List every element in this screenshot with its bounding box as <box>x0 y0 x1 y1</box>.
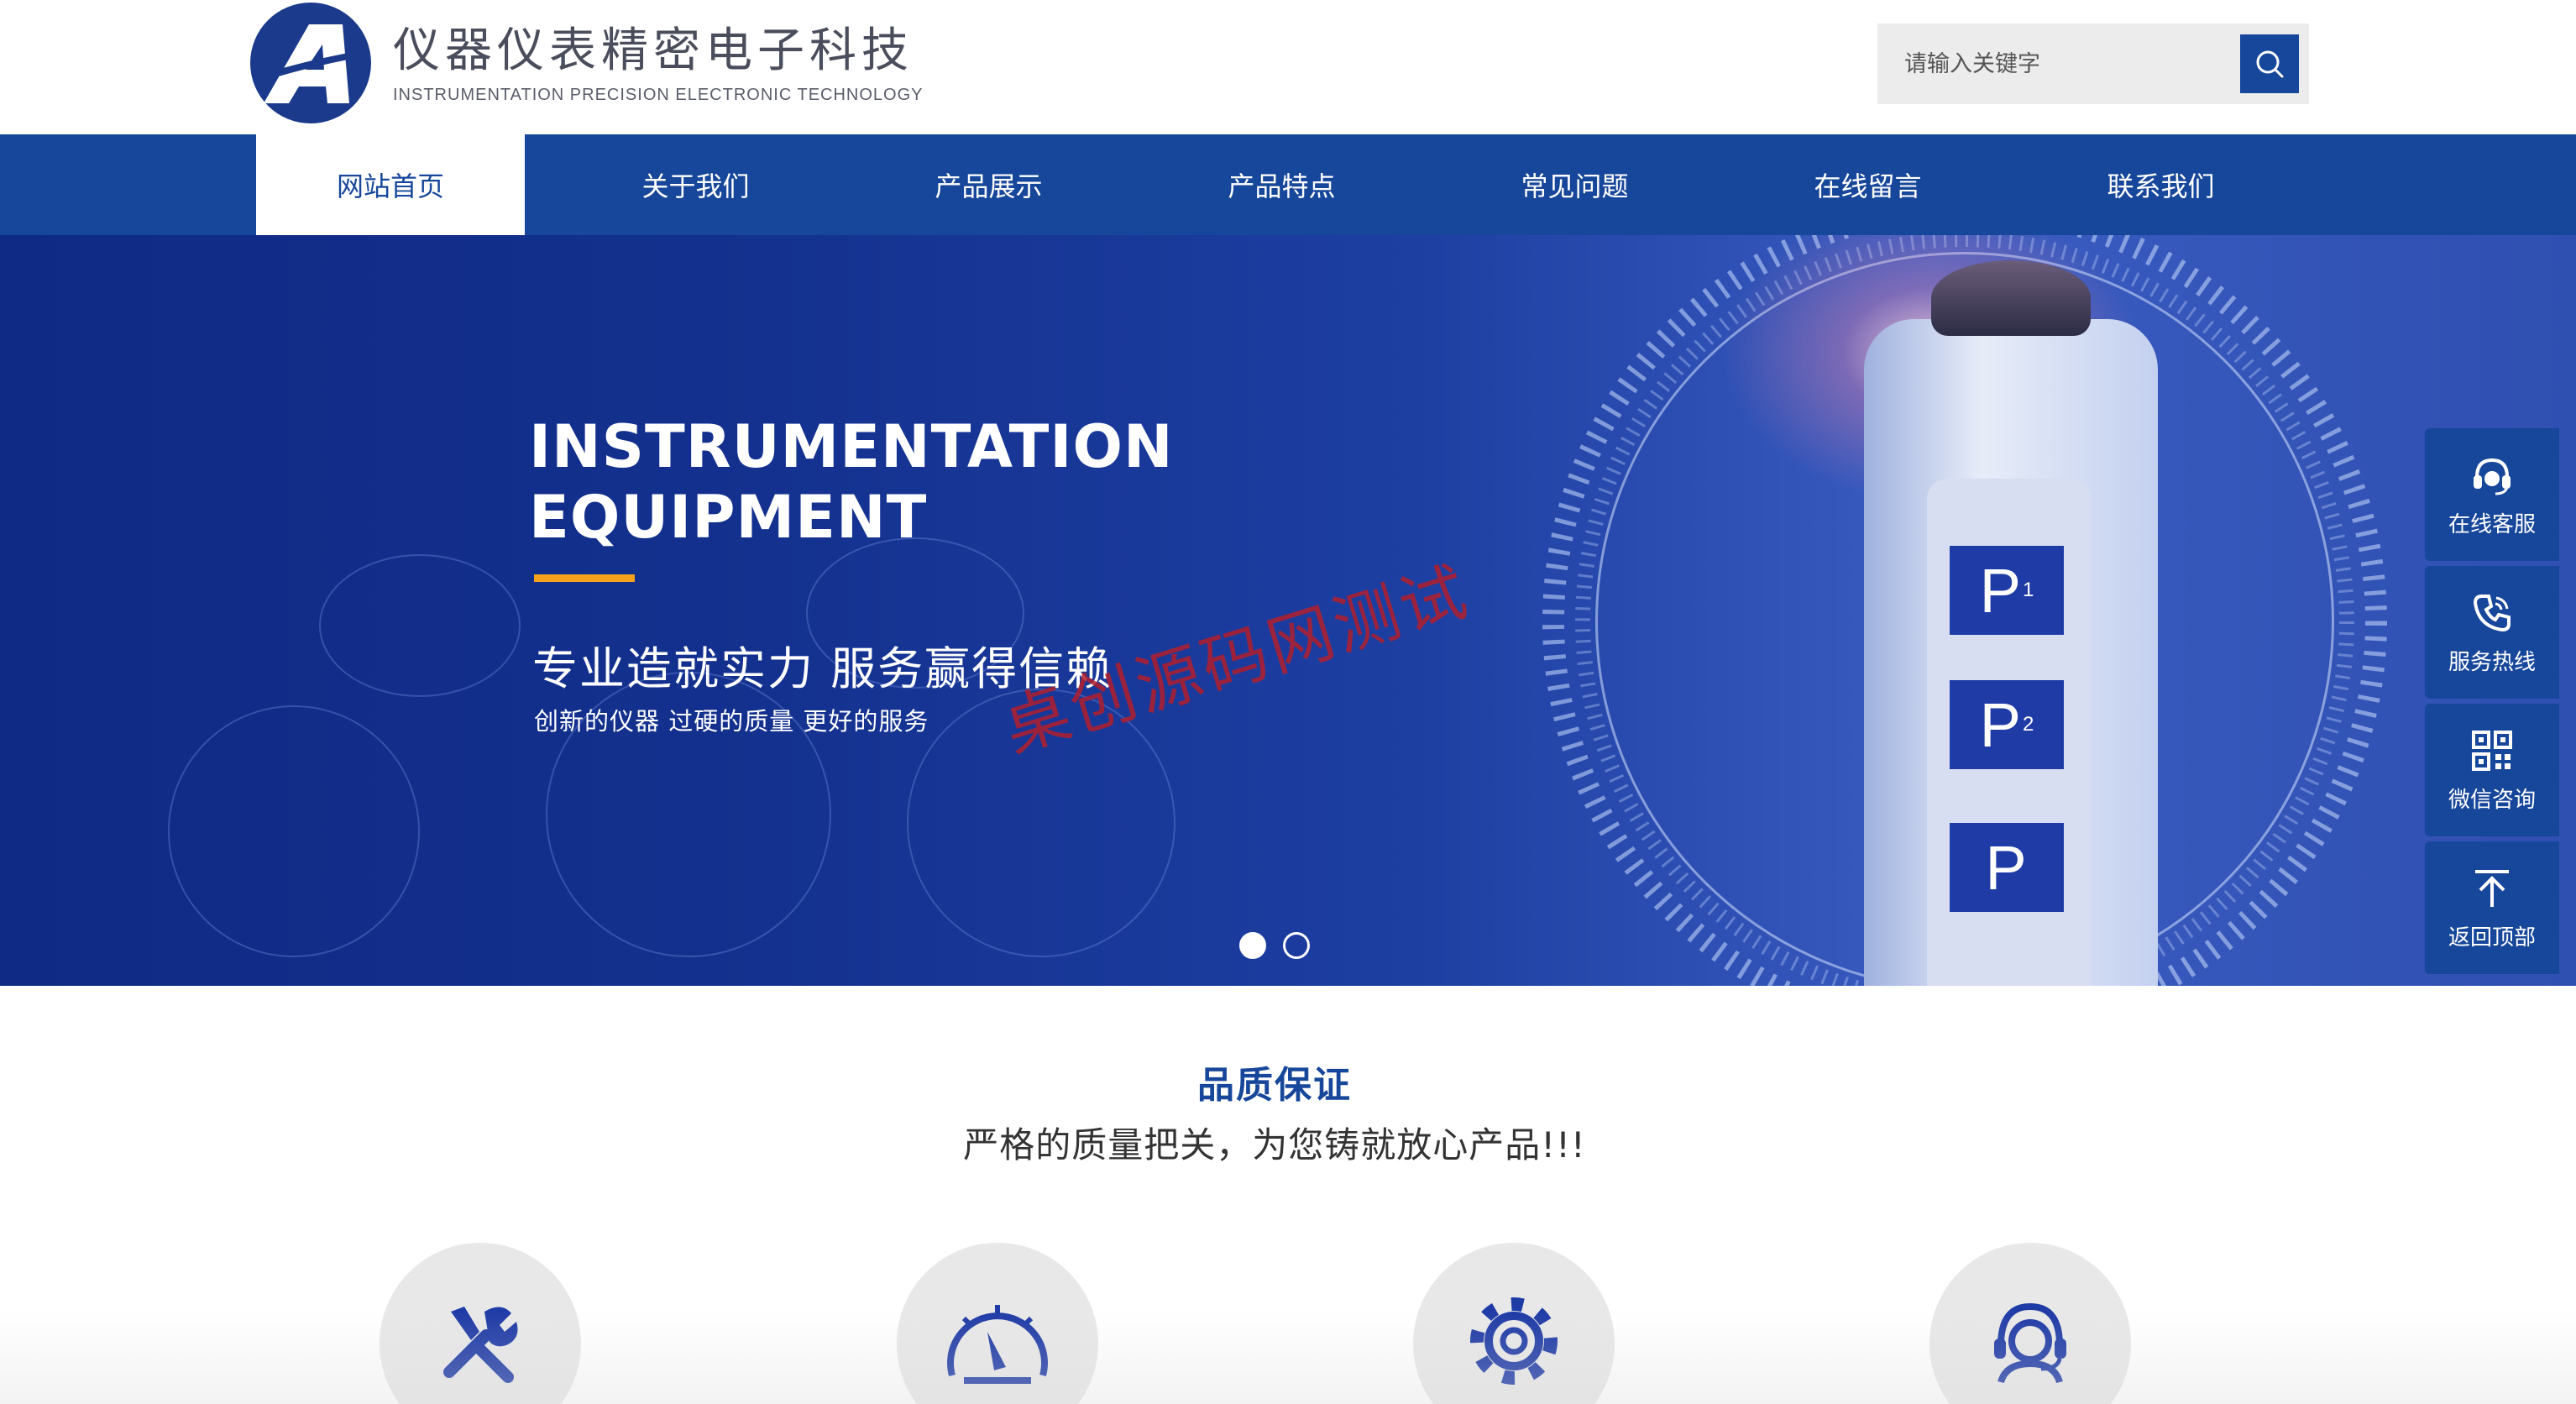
nav-item-contact[interactable]: 联系我们 <box>2014 134 2307 235</box>
back-to-top-icon <box>2475 869 2509 907</box>
logo-subtitle: INSTRUMENTATION PRECISION ELECTRONIC TEC… <box>393 85 924 104</box>
slider-dot-1[interactable] <box>1239 932 1266 959</box>
feature-gear[interactable] <box>1413 1243 1615 1404</box>
search-button[interactable] <box>2240 34 2299 93</box>
gauge-icon <box>947 1305 1048 1384</box>
side-item-label: 在线客服 <box>2448 511 2536 537</box>
banner-subtitle: 创新的仪器 过硬的质量 更好的服务 <box>534 707 929 736</box>
floating-side-bar: 在线客服 服务热线 微信咨询 返回顶部 <box>2425 428 2559 979</box>
search-icon <box>2256 50 2284 78</box>
side-item-label: 返回顶部 <box>2448 925 2536 951</box>
nav-item-home[interactable]: 网站首页 <box>256 134 525 235</box>
side-item-back-to-top[interactable]: 返回顶部 <box>2425 841 2559 974</box>
device-key: P1 <box>1950 546 2064 635</box>
feature-tools[interactable] <box>380 1243 581 1404</box>
section-subtitle: 严格的质量把关，为您铸就放心产品!!! <box>963 1124 1586 1166</box>
banner-accent-bar <box>534 574 635 582</box>
side-item-label: 微信咨询 <box>2448 787 2536 813</box>
main-nav: 网站首页 关于我们 产品展示 产品特点 常见问题 在线留言 联系我们 <box>0 134 2576 235</box>
tools-icon <box>443 1307 518 1383</box>
logo-title: 仪器仪表精密电子科技 <box>393 23 914 78</box>
background-dial <box>168 705 420 957</box>
banner-title-line: EQUIPMENT <box>529 483 928 552</box>
nav-item-message[interactable]: 在线留言 <box>1721 134 2014 235</box>
nav-item-about[interactable]: 关于我们 <box>549 134 842 235</box>
side-item-wechat[interactable]: 微信咨询 <box>2425 704 2559 836</box>
search-input[interactable] <box>1877 24 2240 104</box>
site-logo[interactable]: 仪器仪表精密电子科技 INSTRUMENTATION PRECISION ELE… <box>250 0 924 126</box>
qr-code-icon <box>2472 730 2512 771</box>
nav-item-features[interactable]: 产品特点 <box>1135 134 1428 235</box>
device-knob <box>1931 260 2091 336</box>
banner-title: INSTRUMENTATION EQUIPMENT <box>529 411 1174 553</box>
background-dial <box>319 554 521 697</box>
nav-item-faq[interactable]: 常见问题 <box>1428 134 1721 235</box>
side-item-hotline[interactable]: 服务热线 <box>2425 566 2559 699</box>
nav-item-products[interactable]: 产品展示 <box>842 134 1135 235</box>
search-box <box>1877 24 2309 104</box>
headset-icon <box>2474 458 2511 495</box>
device-key: P2 <box>1950 680 2064 769</box>
hero-banner[interactable]: P1 P2 P INSTRUMENTATION EQUIPMENT 专业造就实力… <box>0 235 2576 986</box>
banner-title-line: INSTRUMENTATION <box>529 412 1174 481</box>
slider-dot-2[interactable] <box>1283 932 1310 959</box>
slider-pagination <box>1239 932 1310 959</box>
support-agent-icon <box>1994 1302 2066 1384</box>
logo-badge-icon <box>250 3 371 123</box>
phone-icon <box>2473 594 2511 631</box>
side-item-label: 服务热线 <box>2448 649 2536 675</box>
feature-gauge[interactable] <box>897 1243 1098 1404</box>
device-key: P <box>1950 823 2064 912</box>
site-header: 仪器仪表精密电子科技 INSTRUMENTATION PRECISION ELE… <box>0 0 2576 134</box>
side-item-online-service[interactable]: 在线客服 <box>2425 428 2559 561</box>
gear-icon <box>1470 1297 1558 1385</box>
feature-support[interactable] <box>1929 1243 2131 1404</box>
section-title: 品质保证 <box>1197 1064 1352 1107</box>
